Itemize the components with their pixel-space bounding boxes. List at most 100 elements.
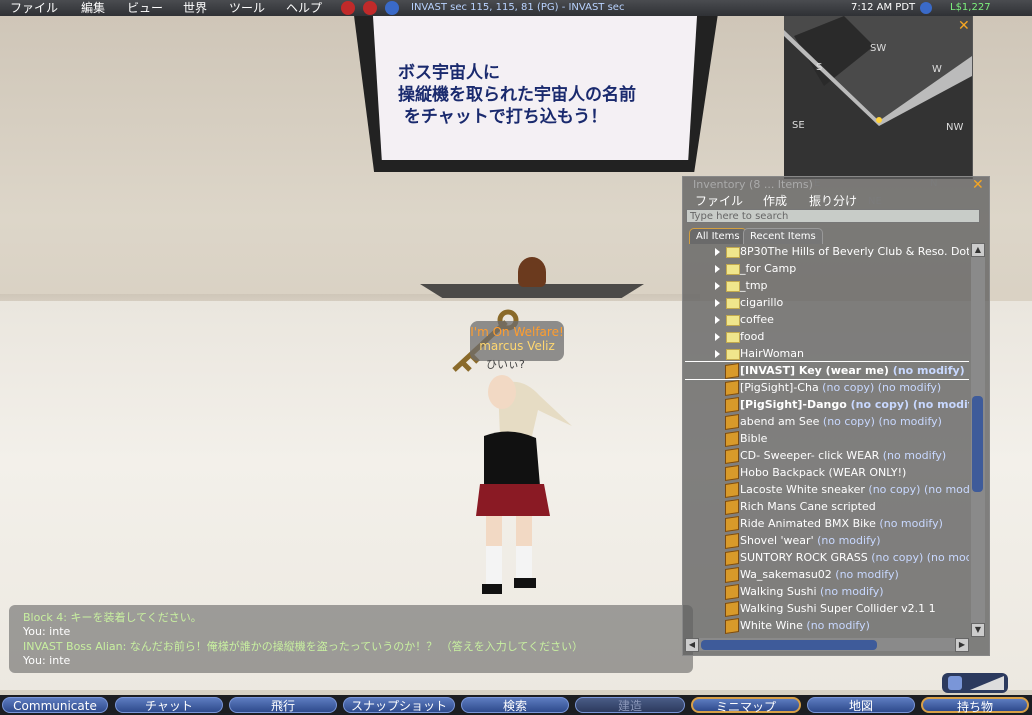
location-text[interactable]: INVAST sec 115, 115, 81 (PG) - INVAST se…: [411, 0, 624, 16]
inventory-item-label: food: [740, 328, 764, 345]
communicate-button[interactable]: Communicate: [2, 697, 108, 713]
inventory-item-row[interactable]: White Wine (no modify): [685, 617, 969, 634]
map-button[interactable]: 地図: [807, 697, 915, 713]
chat-button[interactable]: チャット: [115, 697, 223, 713]
buy-currency-icon[interactable]: [920, 2, 932, 14]
inventory-horizontal-scroll-thumb[interactable]: [701, 640, 877, 650]
fly-button[interactable]: 飛行: [229, 697, 337, 713]
inventory-item-row[interactable]: Walking Sushi (no modify): [685, 583, 969, 600]
inventory-item-row[interactable]: Rich Mans Cane scripted: [685, 498, 969, 515]
folder-icon: [726, 281, 740, 292]
menu-help[interactable]: ヘルプ: [286, 0, 322, 16]
inventory-menu-file[interactable]: ファイル: [695, 192, 743, 209]
minimap-label-sw: SW: [870, 43, 887, 54]
inventory-item-label: Walking Sushi (no modify): [740, 583, 884, 600]
inventory-menu-create[interactable]: 作成: [763, 192, 787, 209]
inventory-item-row[interactable]: SUNTORY ROCK GRASS (no copy) (no modify): [685, 549, 969, 566]
item-name: Shovel 'wear': [740, 534, 814, 547]
expand-arrow-icon[interactable]: [715, 282, 720, 290]
expand-arrow-icon[interactable]: [715, 333, 720, 341]
inventory-folder-row[interactable]: _for Camp: [685, 260, 969, 277]
inventory-button[interactable]: 持ち物: [921, 697, 1029, 714]
volume-slider[interactable]: [970, 676, 1004, 690]
expand-arrow-icon[interactable]: [715, 316, 720, 324]
minimap-label-se: SE: [792, 120, 805, 131]
inventory-item-label: Bible: [740, 430, 767, 447]
inventory-close-icon[interactable]: ✕: [972, 177, 984, 193]
inventory-item-row[interactable]: Walking Sushi Super Collider v2.1 1: [685, 600, 969, 617]
search-button[interactable]: 検索: [461, 697, 569, 713]
inventory-folder-row[interactable]: HairWoman: [685, 345, 969, 362]
expand-arrow-icon[interactable]: [715, 299, 720, 307]
minimap[interactable]: SW S W SE NW N NE E: [784, 16, 973, 207]
item-permissions: (no modify): [831, 568, 899, 581]
scroll-down-icon[interactable]: ▼: [971, 623, 985, 637]
item-name: [INVAST] Key (wear me): [740, 364, 889, 377]
tab-all-items[interactable]: All Items: [689, 228, 747, 244]
build-button[interactable]: 建造: [575, 697, 685, 713]
inventory-search-input[interactable]: Type here to search: [686, 209, 980, 223]
shelf-object[interactable]: [518, 257, 546, 287]
menu-world[interactable]: 世界: [183, 0, 207, 16]
object-box-icon: [725, 363, 739, 379]
inventory-item-row[interactable]: [PigSight]-Dango (no copy) (no modify) (…: [685, 396, 969, 413]
inventory-item-row[interactable]: [INVAST] Key (wear me) (no modify) (no t…: [685, 361, 969, 380]
inventory-item-label: Ride Animated BMX Bike (no modify): [740, 515, 943, 532]
inventory-item-row[interactable]: CD- Sweeper- click WEAR (no modify): [685, 447, 969, 464]
inventory-item-row[interactable]: abend am See (no copy) (no modify): [685, 413, 969, 430]
item-name: food: [740, 330, 765, 343]
no-fly-icon[interactable]: [341, 1, 355, 15]
inventory-item-row[interactable]: Hobo Backpack (WEAR ONLY!): [685, 464, 969, 481]
expand-arrow-icon[interactable]: [715, 265, 720, 273]
inventory-item-label: Walking Sushi Super Collider v2.1 1: [740, 600, 936, 617]
minimap-button[interactable]: ミニマップ: [691, 697, 801, 714]
inventory-item-row[interactable]: Wa_sakemasu02 (no modify): [685, 566, 969, 583]
inventory-item-row[interactable]: Ride Animated BMX Bike (no modify): [685, 515, 969, 532]
inventory-folder-row[interactable]: cigarillo: [685, 294, 969, 311]
expand-arrow-icon[interactable]: [715, 248, 720, 256]
inventory-item-row[interactable]: Shovel 'wear' (no modify): [685, 532, 969, 549]
expand-arrow-icon[interactable]: [715, 350, 720, 358]
inventory-item-row[interactable]: [PigSight]-Cha (no copy) (no modify): [685, 379, 969, 396]
minimap-label-nw: NW: [946, 122, 964, 133]
minimap-terrain: [784, 16, 972, 126]
voice-icon[interactable]: [385, 1, 399, 15]
inventory-folder-row[interactable]: coffee: [685, 311, 969, 328]
inventory-item-label: 8P30The Hills of Beverly Club & Reso. Do…: [740, 243, 969, 260]
inventory-list[interactable]: 8P30The Hills of Beverly Club & Reso. Do…: [685, 243, 969, 636]
object-box-icon: [725, 601, 739, 617]
inventory-item-label: _tmp: [740, 277, 768, 294]
speaker-icon[interactable]: [948, 676, 962, 690]
inventory-folder-row[interactable]: 8P30The Hills of Beverly Club & Reso. Do…: [685, 243, 969, 260]
no-build-icon[interactable]: [363, 1, 377, 15]
avatar[interactable]: [440, 366, 580, 606]
menu-view[interactable]: ビュー: [127, 0, 163, 16]
menu-edit[interactable]: 編集: [81, 0, 105, 16]
item-name: HairWoman: [740, 347, 804, 360]
chat-line: INVAST Boss Alian: なんだお前ら！俺様が誰かの操縦機を盗ったっ…: [23, 640, 584, 653]
scroll-left-icon[interactable]: ◀: [685, 638, 699, 652]
tab-recent-items[interactable]: Recent Items: [743, 228, 823, 244]
scroll-up-icon[interactable]: ▲: [971, 243, 985, 257]
object-box-icon: [725, 448, 739, 464]
volume-control[interactable]: [942, 673, 1008, 693]
inventory-item-label: Hobo Backpack (WEAR ONLY!): [740, 464, 906, 481]
balance-text[interactable]: L$1,227: [950, 0, 991, 16]
inventory-folder-row[interactable]: food: [685, 328, 969, 345]
inventory-vertical-scroll-thumb[interactable]: [972, 396, 983, 492]
menu-tools[interactable]: ツール: [229, 0, 265, 16]
object-box-icon: [725, 431, 739, 447]
item-name: coffee: [740, 313, 774, 326]
inventory-item-row[interactable]: Lacoste White sneaker (no copy) (no modi…: [685, 481, 969, 498]
avatar-name: marcus Veliz: [479, 339, 555, 353]
object-box-icon: [725, 414, 739, 430]
inventory-menu-sort[interactable]: 振り分け: [809, 192, 857, 209]
item-permissions: (no modify): [879, 449, 947, 462]
inventory-item-label: _for Camp: [740, 260, 796, 277]
menu-file[interactable]: ファイル: [10, 0, 58, 16]
minimap-close-icon[interactable]: ✕: [958, 18, 970, 34]
snapshot-button[interactable]: スナップショット: [343, 697, 455, 713]
inventory-item-row[interactable]: Bible: [685, 430, 969, 447]
scroll-right-icon[interactable]: ▶: [955, 638, 969, 652]
inventory-folder-row[interactable]: _tmp: [685, 277, 969, 294]
